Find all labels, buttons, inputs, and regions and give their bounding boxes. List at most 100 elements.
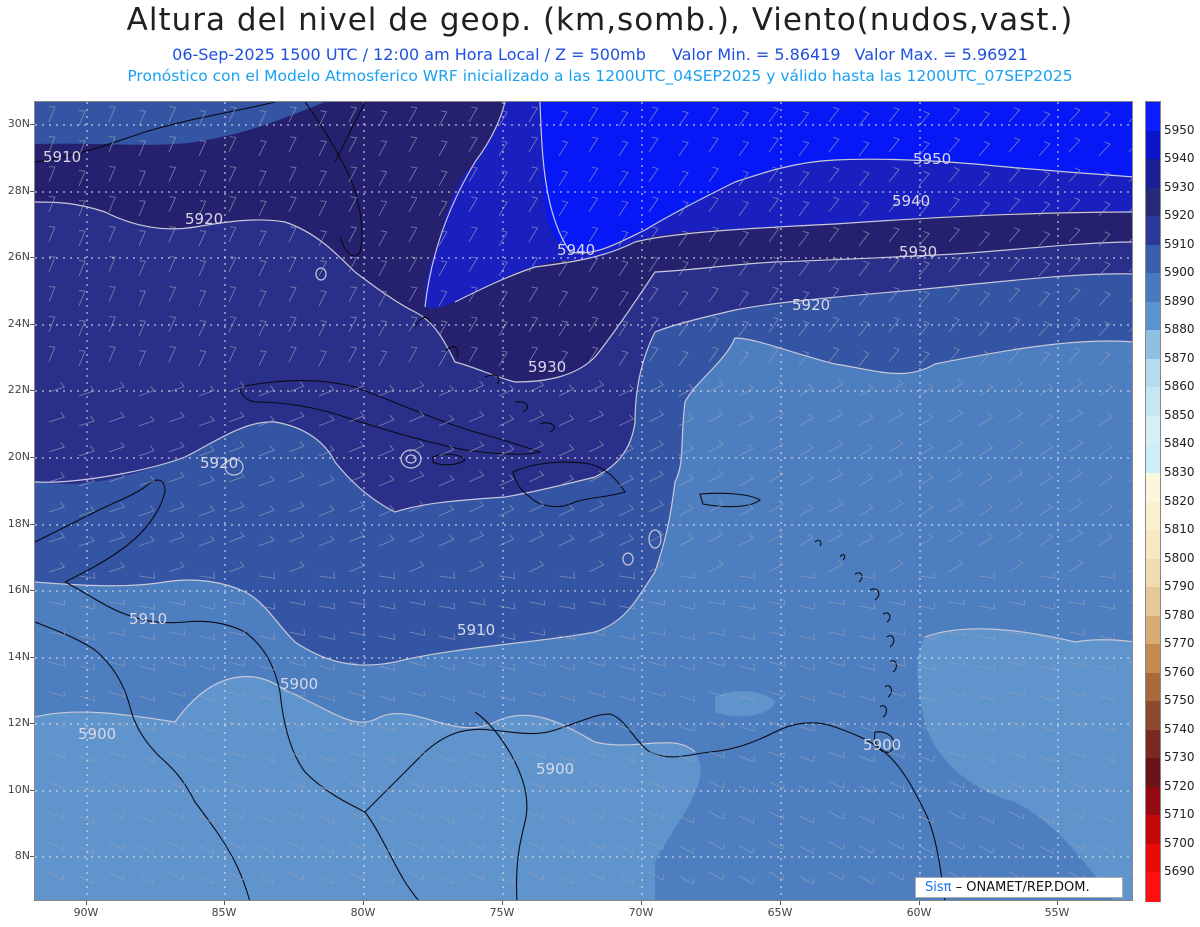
colorbar-cell [1146, 159, 1160, 189]
lon-label: 75W [489, 906, 515, 919]
lat-label: 16N [7, 583, 30, 596]
lat-label: 8N [14, 849, 30, 862]
colorbar-cell [1146, 130, 1160, 160]
colorbar-cell [1146, 358, 1160, 388]
lon-tick [224, 901, 225, 905]
contour-label: 5930 [899, 243, 938, 261]
colorbar-cell [1146, 102, 1160, 132]
contour-label: 5930 [528, 358, 567, 376]
colorbar-label: 5900 [1164, 265, 1195, 280]
colorbar-cell [1146, 415, 1160, 446]
lat-label: 30N [7, 117, 30, 130]
colorbar-cell [1146, 587, 1160, 617]
lon-tick [780, 901, 781, 905]
contour-label: 5920 [792, 296, 831, 314]
colorbar-cell [1146, 672, 1160, 702]
lat-tick [30, 124, 34, 125]
colorbar-cell [1146, 530, 1160, 560]
lat-label: 18N [7, 517, 30, 530]
lon-tick [363, 901, 364, 905]
lat-tick [30, 257, 34, 258]
lat-label: 14N [7, 650, 30, 663]
lon-tick [86, 901, 87, 905]
colorbar-cell [1146, 786, 1160, 816]
lat-label: 12N [7, 716, 30, 729]
lat-tick [30, 390, 34, 391]
contour-label: 5910 [43, 148, 82, 166]
colorbar-cell [1146, 472, 1160, 503]
colorbar-label: 5820 [1164, 493, 1195, 508]
colorbar-label: 5740 [1164, 721, 1195, 736]
lat-tick [30, 524, 34, 525]
colorbar-label: 5810 [1164, 522, 1195, 537]
colorbar-label: 5710 [1164, 807, 1195, 822]
colorbar-label: 5800 [1164, 550, 1195, 565]
lon-label: 55W [1044, 906, 1070, 919]
colorbar-label: 5910 [1164, 236, 1195, 251]
lat-label: 10N [7, 783, 30, 796]
colorbar-label: 5890 [1164, 293, 1195, 308]
lat-label: 20N [7, 450, 30, 463]
lat-tick [30, 191, 34, 192]
lat-tick [30, 723, 34, 724]
lat-tick [30, 457, 34, 458]
lat-tick [30, 590, 34, 591]
colorbar-cell [1146, 729, 1160, 759]
lat-tick [30, 790, 34, 791]
contour-label: 5940 [892, 192, 931, 210]
colorbar-cell [1146, 330, 1160, 360]
model-info-text: Pronóstico con el Modelo Atmosferico WRF… [127, 67, 1073, 85]
colorbar-cell [1146, 273, 1160, 303]
lat-label: 26N [7, 250, 30, 263]
colorbar-label: 5720 [1164, 778, 1195, 793]
colorbar-label: 5870 [1164, 350, 1195, 365]
lon-tick [502, 901, 503, 905]
lat-tick [30, 657, 34, 658]
colorbar-label: 5790 [1164, 579, 1195, 594]
lon-tick [641, 901, 642, 905]
subtitle-datetime-row: 06-Sep-2025 1500 UTC / 12:00 am Hora Loc… [0, 45, 1200, 64]
colorbar-cell [1146, 216, 1160, 246]
colorbar-label: 5850 [1164, 407, 1195, 422]
contour-label: 5950 [913, 150, 952, 168]
colorbar-cell [1146, 187, 1160, 217]
colorbar-cell [1146, 558, 1160, 588]
colorbar-cell [1146, 387, 1160, 417]
lat-tick [30, 324, 34, 325]
lat-tick [30, 856, 34, 857]
colorbar-label: 5840 [1164, 436, 1195, 451]
colorbar-label: 5690 [1164, 864, 1195, 879]
colorbar-label: 5830 [1164, 464, 1195, 479]
contour-label: 5920 [185, 210, 224, 228]
colorbar-cell [1146, 701, 1160, 731]
contour-label: 5900 [536, 760, 575, 778]
colorbar-cell [1146, 301, 1160, 331]
colorbar-label: 5880 [1164, 322, 1195, 337]
colorbar-label: 5860 [1164, 379, 1195, 394]
lon-label: 65W [767, 906, 793, 919]
colorbar-label: 5940 [1164, 151, 1195, 166]
colorbar-label: 5950 [1164, 122, 1195, 137]
lon-tick [919, 901, 920, 905]
lat-label: 28N [7, 184, 30, 197]
lon-label: 60W [906, 906, 932, 919]
min-value-text: Valor Min. = 5.86419 [671, 45, 841, 64]
datetime-text: 06-Sep-2025 1500 UTC / 12:00 am Hora Loc… [172, 45, 646, 64]
colorbar-cell [1146, 843, 1160, 874]
colorbar-cell [1146, 758, 1160, 788]
lat-label: 24N [7, 317, 30, 330]
contour-label: 5900 [863, 736, 902, 754]
colorbar-cell [1146, 644, 1160, 674]
credit-box: Sisπ – ONAMET/REP.DOM. [915, 877, 1123, 898]
fill-5930-west-pocket [35, 290, 174, 357]
colorbar [1145, 101, 1161, 902]
contour-label: 5920 [200, 454, 239, 472]
lon-label: 85W [211, 906, 237, 919]
colorbar-cell [1146, 815, 1160, 845]
colorbar-label: 5780 [1164, 607, 1195, 622]
colorbar-label: 5930 [1164, 179, 1195, 194]
colorbar-label: 5700 [1164, 835, 1195, 850]
colorbar-label: 5920 [1164, 208, 1195, 223]
credit-brand: Sisπ [925, 880, 952, 895]
colorbar-cell [1146, 615, 1160, 645]
